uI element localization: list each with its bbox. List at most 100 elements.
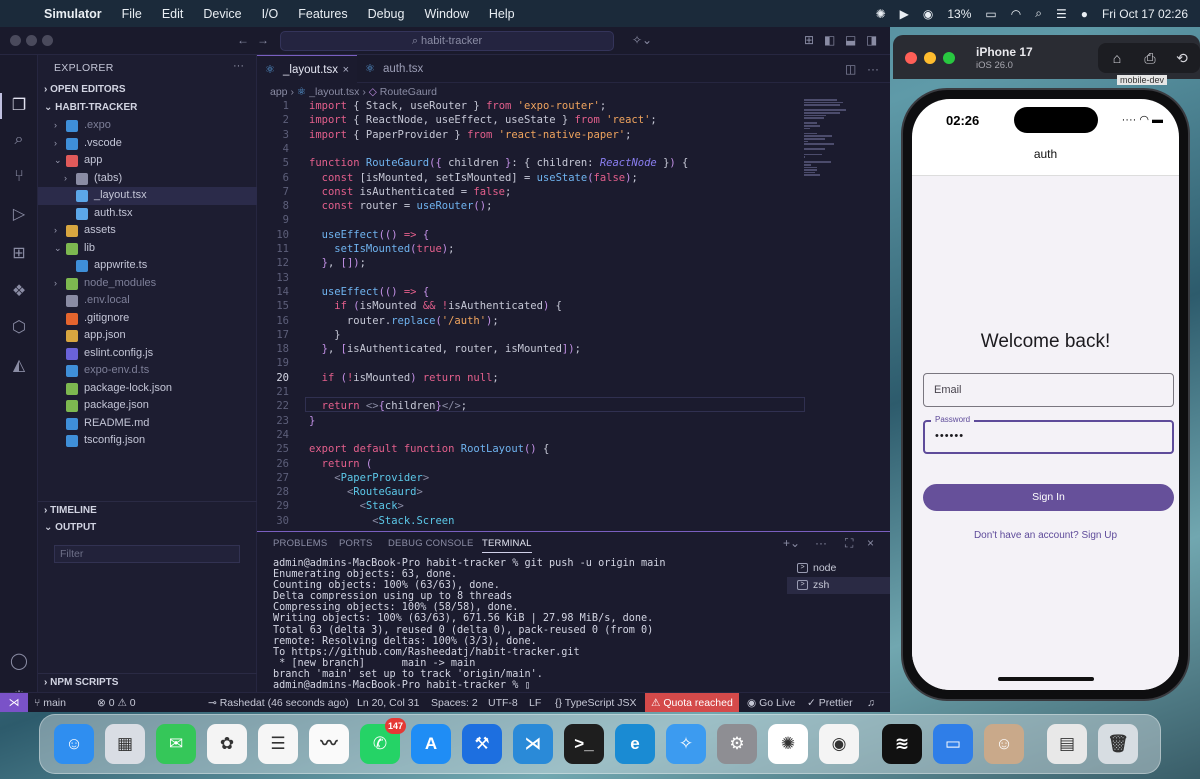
toggle-sidebar-icon[interactable]: ◧ (824, 33, 835, 47)
close-window-button[interactable] (10, 35, 21, 46)
tree-item[interactable]: › node_modules (38, 275, 257, 293)
account-icon[interactable]: ◯ (8, 651, 30, 673)
back-arrow-icon[interactable]: ← (237, 33, 249, 47)
rotate-icon[interactable]: ⟲ (1171, 48, 1193, 68)
extensions-icon[interactable]: ⊞ (8, 243, 30, 265)
battery-icon[interactable]: ▭ (985, 7, 996, 21)
finder-icon[interactable]: ☺ (54, 724, 94, 764)
copilot-quota-status[interactable]: ⚠ Quota reached (645, 693, 739, 712)
cursor-position[interactable]: Ln 20, Col 31 (357, 693, 419, 712)
whatsapp-icon[interactable]: ✆ 147 (360, 718, 406, 764)
minimize-window-button[interactable] (924, 52, 936, 64)
chrome-icon[interactable]: ◉ (819, 724, 859, 764)
breadcrumb-symbol[interactable]: RouteGaurd (380, 86, 437, 98)
tree-item[interactable]: › assets (38, 222, 257, 240)
zoom-window-button[interactable] (42, 35, 53, 46)
terminal-zsh[interactable]: > zsh (787, 577, 890, 594)
freeform-icon[interactable]: 〰 (309, 724, 349, 764)
tab-ports[interactable]: PORTS (339, 538, 373, 549)
tree-item[interactable]: › .vscode (38, 135, 257, 153)
terminal-icon[interactable]: >_ (564, 724, 604, 764)
safari-icon[interactable]: ✧ (666, 724, 706, 764)
sign-in-button[interactable]: Sign In (923, 484, 1174, 511)
menu-help[interactable]: Help (489, 7, 515, 21)
tree-item[interactable]: _layout.tsx (38, 187, 257, 205)
chatgpt-icon[interactable]: ✺ (768, 724, 808, 764)
terminal-node[interactable]: > node (787, 560, 890, 577)
menu-device[interactable]: Device (203, 7, 241, 21)
eol-status[interactable]: LF (529, 693, 541, 712)
system-settings-icon[interactable]: ⚙ (717, 724, 757, 764)
tree-item[interactable]: package.json (38, 397, 257, 415)
preview-icon[interactable]: ▤ (1047, 724, 1087, 764)
record-icon[interactable]: ◉ (923, 7, 933, 21)
xcode-icon[interactable]: ⚒ (462, 724, 502, 764)
tree-item[interactable]: ⌄ lib (38, 240, 257, 258)
source-control-icon[interactable]: ⑂ (8, 166, 30, 188)
close-panel-icon[interactable]: × (867, 536, 874, 550)
timeline-section[interactable]: › TIMELINE (38, 501, 257, 519)
home-icon[interactable]: ⌂ (1106, 48, 1128, 68)
tab-debug-console[interactable]: DEBUG CONSOLE (388, 538, 473, 549)
problems-status[interactable]: ⊗ 0 ⚠ 0 (97, 693, 136, 712)
remote-icon[interactable]: ⋊ (0, 693, 28, 712)
edge-icon[interactable]: e (615, 724, 655, 764)
screenshot-icon[interactable]: ⎙ (1139, 48, 1161, 68)
split-editor-icon[interactable]: ◫ (845, 62, 856, 76)
prettier-status[interactable]: ✓ Prettier (807, 693, 853, 712)
apple-icon[interactable] (16, 6, 30, 22)
layout-customize-icon[interactable]: ⊞ (804, 33, 814, 47)
tree-item[interactable]: app.json (38, 327, 257, 345)
vscode-icon[interactable]: ⋊ (513, 724, 553, 764)
terminal-output[interactable]: admin@admins-MacBook-Pro habit-tracker %… (273, 558, 773, 691)
tree-item[interactable]: eslint.config.js (38, 345, 257, 363)
menu-edit[interactable]: Edit (162, 7, 184, 21)
more-actions-icon[interactable]: ··· (815, 536, 827, 550)
close-icon[interactable]: × (343, 56, 349, 84)
new-terminal-icon[interactable]: +⌄ (783, 536, 800, 550)
project-section[interactable]: ⌄ HABIT-TRACKER (38, 99, 257, 117)
tree-item[interactable]: .env.local (38, 292, 257, 310)
output-filter-input[interactable]: Filter (54, 545, 240, 563)
launchpad-icon[interactable]: ▦ (105, 724, 145, 764)
indentation-status[interactable]: Spaces: 2 (431, 693, 478, 712)
minimap[interactable] (804, 99, 854, 179)
menu-debug[interactable]: Debug (368, 7, 405, 21)
trash-icon[interactable]: 🗑 (1098, 724, 1138, 764)
tree-item[interactable]: › .expo (38, 117, 257, 135)
spotify-icon[interactable]: ≋ (882, 724, 922, 764)
tree-item[interactable]: README.md (38, 415, 257, 433)
tree-item[interactable]: › (tabs) (38, 170, 257, 188)
tree-item[interactable]: appwrite.ts (38, 257, 257, 275)
output-section[interactable]: ⌄ OUTPUT (38, 519, 257, 537)
open-editors-section[interactable]: › OPEN EDITORS (38, 81, 257, 99)
tree-item[interactable]: tsconfig.json (38, 432, 257, 450)
menu-window[interactable]: Window (424, 7, 468, 21)
tab-problems[interactable]: PROBLEMS (273, 538, 327, 549)
run-debug-icon[interactable]: ▷ (8, 204, 30, 226)
search-icon[interactable]: ⌕ (8, 129, 30, 151)
app-store-icon[interactable]: A (411, 724, 451, 764)
git-blame-status[interactable]: ⊸ Rashedat (46 seconds ago) (208, 693, 349, 712)
menu-io[interactable]: I/O (262, 7, 279, 21)
more-actions-icon[interactable]: ··· (867, 62, 879, 76)
npm-scripts-section[interactable]: › NPM SCRIPTS (38, 673, 257, 691)
encoding-status[interactable]: UTF-8 (488, 693, 518, 712)
user-avatar-icon[interactable]: ● (1081, 7, 1088, 21)
spotlight-search-icon[interactable]: ⌕ (1035, 6, 1042, 21)
email-field[interactable]: Email (923, 373, 1174, 407)
reminders-icon[interactable]: ☰ (258, 724, 298, 764)
home-indicator[interactable] (998, 677, 1094, 681)
go-live-button[interactable]: ◉ Go Live (747, 693, 795, 712)
tab-layout-tsx[interactable]: ⚛ _layout.tsx × (257, 55, 357, 83)
play-icon[interactable]: ▶ (900, 7, 909, 21)
explorer-icon[interactable]: ❐ (8, 95, 30, 117)
close-window-button[interactable] (905, 52, 917, 64)
sign-up-link[interactable]: Don't have an account? Sign Up (912, 530, 1179, 541)
openai-icon[interactable]: ✺ (876, 7, 886, 21)
maximize-panel-icon[interactable]: ⛶ (845, 536, 853, 551)
menubar-clock[interactable]: Fri Oct 17 02:26 (1102, 7, 1188, 21)
toggle-secondary-sidebar-icon[interactable]: ◨ (866, 33, 877, 47)
language-mode[interactable]: {} TypeScript JSX (555, 693, 637, 712)
contacts-icon[interactable]: ☺ (984, 724, 1024, 764)
